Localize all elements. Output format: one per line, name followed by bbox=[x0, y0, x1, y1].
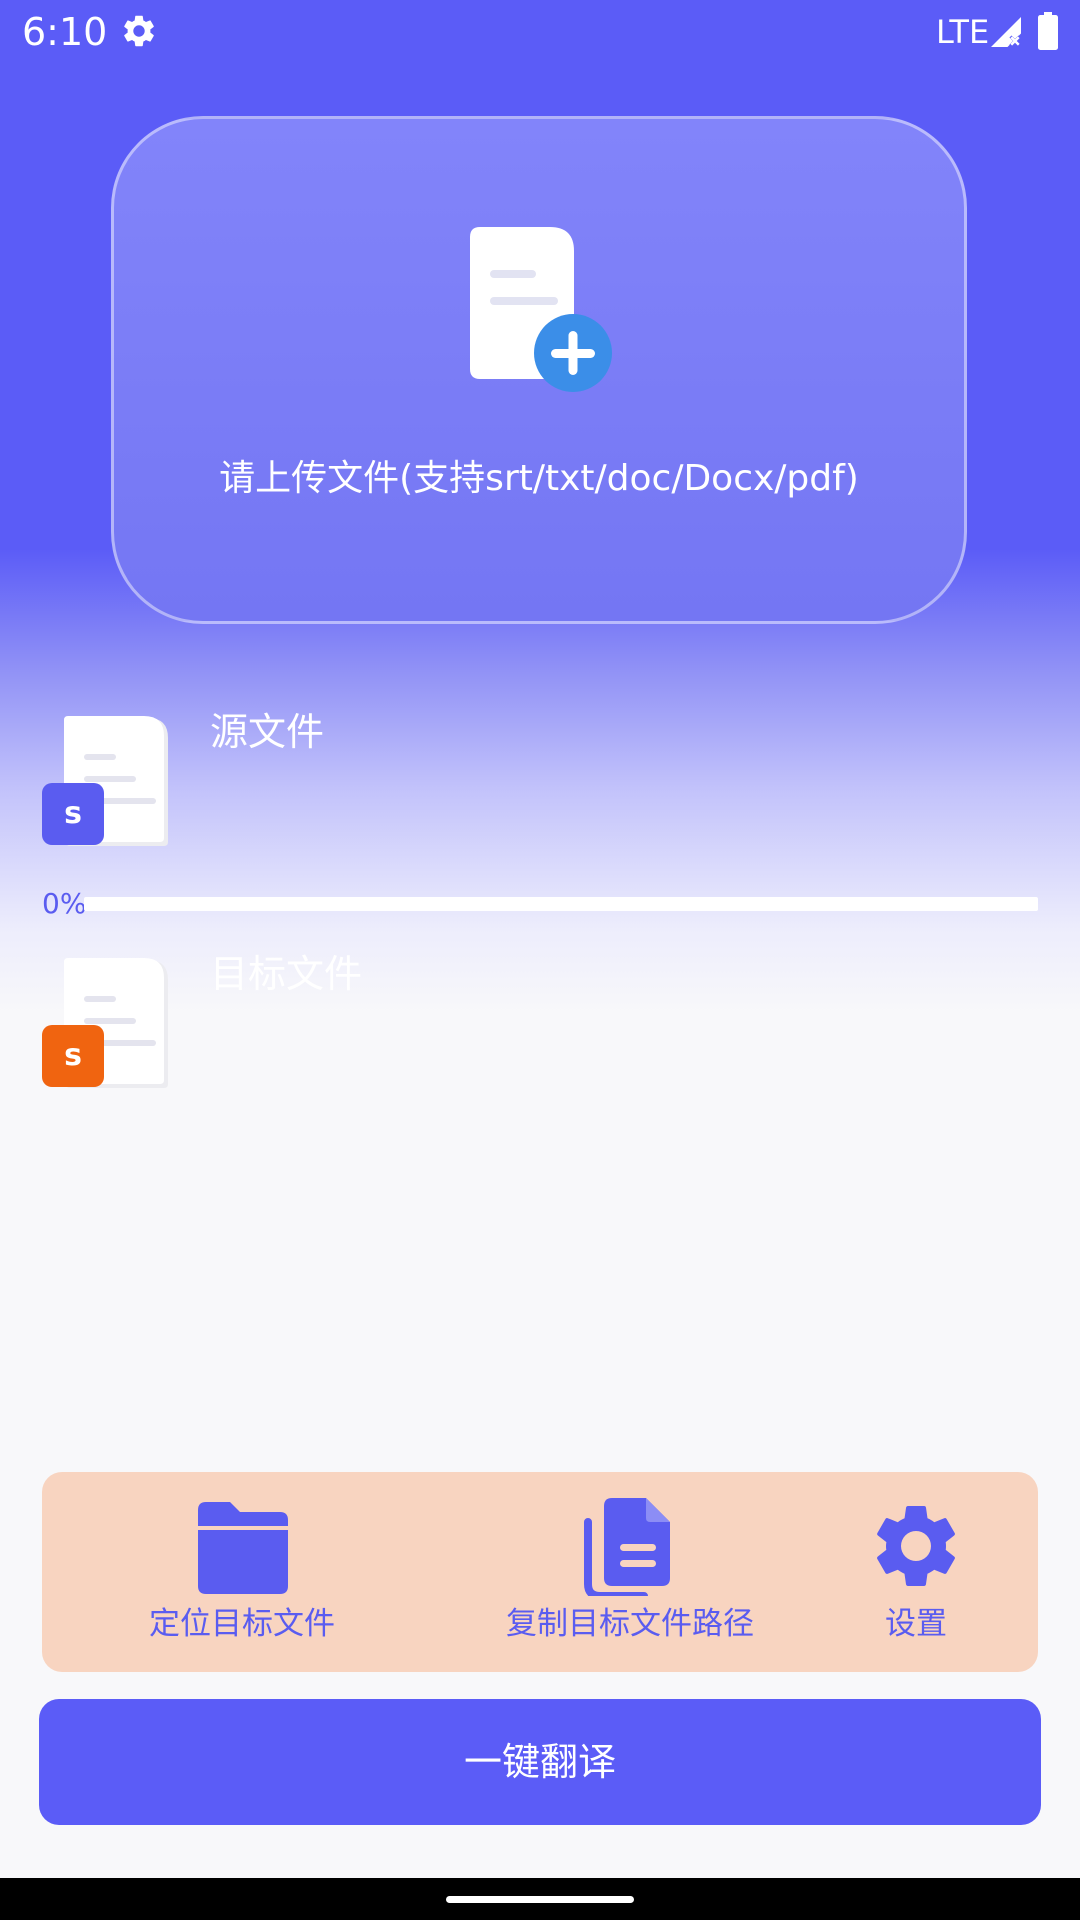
copy-document-icon bbox=[584, 1498, 670, 1596]
action-toolbar: 定位目标文件 复制目标文件路径 设置 bbox=[42, 1472, 1038, 1672]
one-click-translate-button[interactable]: 一键翻译 bbox=[39, 1699, 1041, 1825]
source-file-row: s 源文件 bbox=[40, 706, 1040, 846]
target-file-label: 目标文件 bbox=[210, 952, 363, 996]
copy-target-path-button[interactable]: 复制目标文件路径 bbox=[450, 1472, 810, 1672]
battery-icon bbox=[1038, 12, 1058, 50]
settings-label: 设置 bbox=[885, 1606, 947, 1642]
gear-icon bbox=[877, 1505, 955, 1586]
home-gesture-handle[interactable] bbox=[446, 1896, 634, 1903]
progress-percent: 0% bbox=[42, 887, 87, 920]
signal-icon bbox=[991, 17, 1021, 47]
status-time: 6:10 bbox=[22, 10, 108, 54]
upload-hint: 请上传文件(支持srt/txt/doc/Docx/pdf) bbox=[219, 458, 859, 499]
target-file-row: s 目标文件 bbox=[40, 948, 1040, 1088]
folder-icon bbox=[198, 1502, 288, 1594]
navigation-bar bbox=[0, 1878, 1080, 1920]
copy-target-path-label: 复制目标文件路径 bbox=[506, 1606, 754, 1642]
source-file-badge: s bbox=[64, 796, 82, 831]
upload-card[interactable]: 请上传文件(支持srt/txt/doc/Docx/pdf) bbox=[111, 116, 967, 624]
add-file-icon bbox=[470, 227, 612, 392]
gear-icon bbox=[124, 15, 154, 47]
locate-target-file-label: 定位目标文件 bbox=[149, 1606, 335, 1642]
locate-target-file-button[interactable]: 定位目标文件 bbox=[142, 1472, 342, 1672]
source-file-label: 源文件 bbox=[210, 710, 325, 754]
translation-progress: 0% bbox=[40, 880, 1040, 930]
progress-bar bbox=[84, 897, 1038, 911]
network-type: LTE bbox=[936, 13, 990, 51]
status-bar: 6:10 LTE bbox=[0, 0, 1080, 64]
target-file-badge: s bbox=[64, 1038, 82, 1073]
settings-button[interactable]: 设置 bbox=[816, 1472, 1016, 1672]
